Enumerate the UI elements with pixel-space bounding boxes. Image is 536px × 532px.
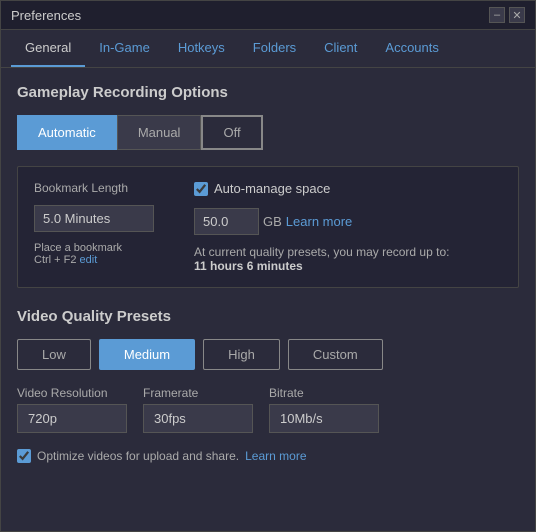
quality-fields-row: Video Resolution Framerate Bitrate (17, 386, 519, 433)
tab-client[interactable]: Client (310, 30, 371, 67)
tab-folders[interactable]: Folders (239, 30, 310, 67)
tab-hotkeys[interactable]: Hotkeys (164, 30, 239, 67)
bookmark-edit-link[interactable]: edit (80, 254, 98, 266)
quality-buttons-row: Low Medium High Custom (17, 339, 519, 370)
bookmark-shortcut: Ctrl + F2 (34, 254, 76, 266)
auto-manage-checkbox[interactable] (194, 182, 208, 196)
tabs-bar: General In-Game Hotkeys Folders Client A… (1, 30, 535, 68)
framerate-input[interactable] (143, 404, 253, 433)
bitrate-input[interactable] (269, 404, 379, 433)
title-bar-controls: – ✕ (489, 7, 525, 23)
window-title: Preferences (11, 8, 81, 23)
resolution-input[interactable] (17, 404, 127, 433)
bitrate-label: Bitrate (269, 386, 379, 400)
close-button[interactable]: ✕ (509, 7, 525, 23)
auto-manage-section: Auto-manage space GB Learn more At curre… (194, 181, 449, 273)
resolution-field: Video Resolution (17, 386, 127, 433)
video-quality-title: Video Quality Presets (17, 308, 519, 325)
title-bar: Preferences – ✕ (1, 1, 535, 30)
quality-medium-button[interactable]: Medium (99, 339, 195, 370)
optimize-row: Optimize videos for upload and share. Le… (17, 449, 519, 463)
gb-input[interactable] (194, 208, 259, 235)
options-row: Bookmark Length Place a bookmark Ctrl + … (34, 181, 502, 273)
quality-low-button[interactable]: Low (17, 339, 91, 370)
framerate-field: Framerate (143, 386, 253, 433)
main-content: Gameplay Recording Options Automatic Man… (1, 68, 535, 531)
auto-manage-label: Auto-manage space (214, 181, 330, 196)
learn-more-link[interactable]: Learn more (286, 214, 352, 229)
auto-manage-checkbox-row: Auto-manage space (194, 181, 449, 196)
gameplay-section-title: Gameplay Recording Options (17, 84, 519, 101)
preferences-window: Preferences – ✕ General In-Game Hotkeys … (0, 0, 536, 532)
record-info: At current quality presets, you may reco… (194, 245, 449, 273)
tab-in-game[interactable]: In-Game (85, 30, 164, 67)
gb-row: GB Learn more (194, 208, 449, 235)
tab-accounts[interactable]: Accounts (371, 30, 452, 67)
bookmark-label: Bookmark Length (34, 181, 154, 195)
resolution-label: Video Resolution (17, 386, 127, 400)
bookmark-hint: Place a bookmark Ctrl + F2 edit (34, 242, 154, 266)
optimize-learn-more-link[interactable]: Learn more (245, 449, 306, 463)
record-time: 11 hours 6 minutes (194, 259, 303, 273)
mode-automatic-button[interactable]: Automatic (17, 115, 117, 150)
bookmark-input[interactable] (34, 205, 154, 232)
record-mode-row: Automatic Manual Off (17, 115, 519, 150)
minimize-button[interactable]: – (489, 7, 505, 23)
options-box: Bookmark Length Place a bookmark Ctrl + … (17, 166, 519, 288)
gb-unit: GB (263, 214, 282, 229)
mode-manual-button[interactable]: Manual (117, 115, 202, 150)
optimize-text: Optimize videos for upload and share. (37, 449, 239, 463)
bitrate-field: Bitrate (269, 386, 379, 433)
optimize-checkbox[interactable] (17, 449, 31, 463)
quality-custom-button[interactable]: Custom (288, 339, 383, 370)
mode-off-button[interactable]: Off (201, 115, 262, 150)
framerate-label: Framerate (143, 386, 253, 400)
quality-high-button[interactable]: High (203, 339, 280, 370)
bookmark-section: Bookmark Length Place a bookmark Ctrl + … (34, 181, 154, 273)
tab-general[interactable]: General (11, 30, 85, 67)
